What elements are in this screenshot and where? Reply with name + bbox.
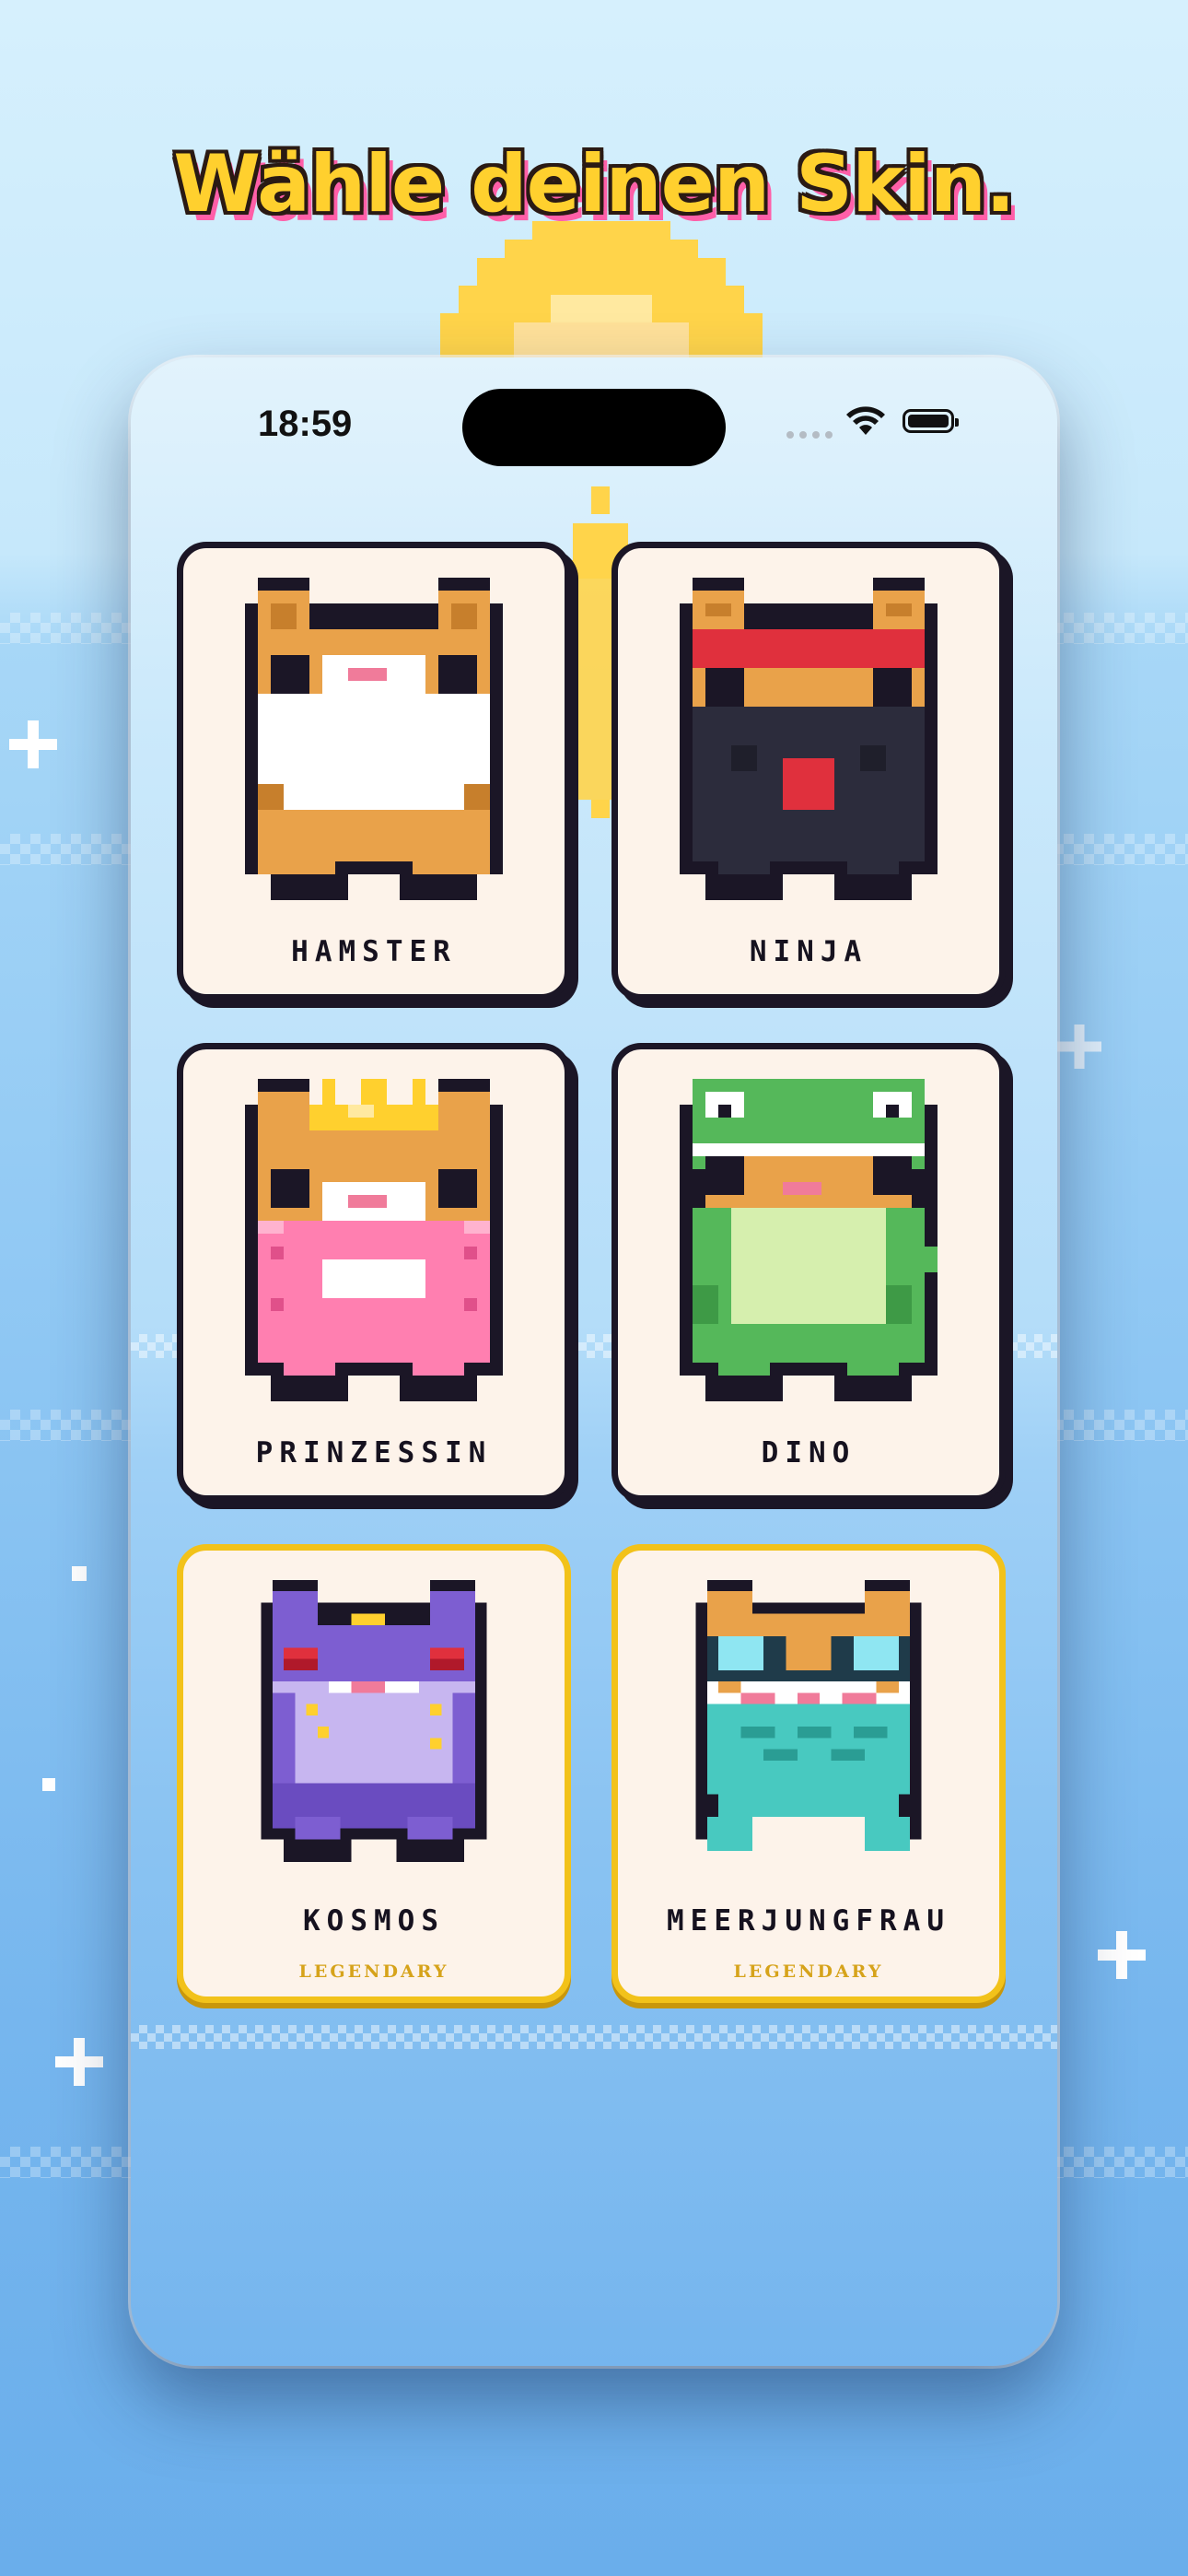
pixel-sun: [440, 221, 763, 369]
skin-name: NINJA: [749, 935, 868, 968]
skin-name: HAMSTER: [291, 935, 457, 968]
skin-name: PRINZESSIN: [255, 1436, 493, 1469]
dynamic-island: [462, 389, 726, 466]
skin-card-prinzessin[interactable]: PRINZESSIN: [177, 1043, 571, 1502]
page-headline: Wähle deinen Skin.: [173, 138, 1015, 230]
rarity-badge: LEGENDARY: [733, 1961, 884, 1982]
prinzessin-sprite-icon: [245, 1079, 503, 1401]
sparkle-icon: [1057, 1025, 1101, 1069]
phone-frame: 18:59 HAMSTER NINJA PRINZESSIN DINO KOSM…: [131, 357, 1057, 2366]
rarity-badge: LEGENDARY: [298, 1961, 449, 1982]
sparkle-dot: [72, 1566, 87, 1581]
inner-pixel-band: [131, 2025, 1057, 2049]
signal-dots-icon: [786, 431, 833, 439]
skin-card-dino[interactable]: DINO: [611, 1043, 1006, 1502]
sparkle-icon: [1098, 1931, 1146, 1979]
hamster-sprite-icon: [245, 578, 503, 900]
battery-icon: [903, 409, 959, 433]
status-bar: 18:59: [131, 357, 1057, 486]
sparkle-dot: [42, 1778, 55, 1791]
ninja-sprite-icon: [680, 578, 938, 900]
sparkle-icon: [9, 720, 57, 768]
kosmos-sprite-icon: [261, 1580, 487, 1862]
skin-name: DINO: [761, 1436, 856, 1469]
skin-card-hamster[interactable]: HAMSTER: [177, 542, 571, 1001]
meerjungfrau-sprite-icon: [695, 1580, 922, 1862]
skin-name: KOSMOS: [303, 1904, 445, 1938]
skin-name: MEERJUNGFRAU: [667, 1904, 950, 1938]
sparkle-icon: [55, 2038, 103, 2086]
skin-card-ninja[interactable]: NINJA: [611, 542, 1006, 1001]
skin-card-meerjungfrau[interactable]: MEERJUNGFRAU LEGENDARY: [611, 1544, 1006, 2003]
dino-sprite-icon: [680, 1079, 938, 1401]
skin-card-kosmos[interactable]: KOSMOS LEGENDARY: [177, 1544, 571, 2003]
wifi-icon: [846, 406, 885, 435]
status-time: 18:59: [258, 404, 353, 444]
